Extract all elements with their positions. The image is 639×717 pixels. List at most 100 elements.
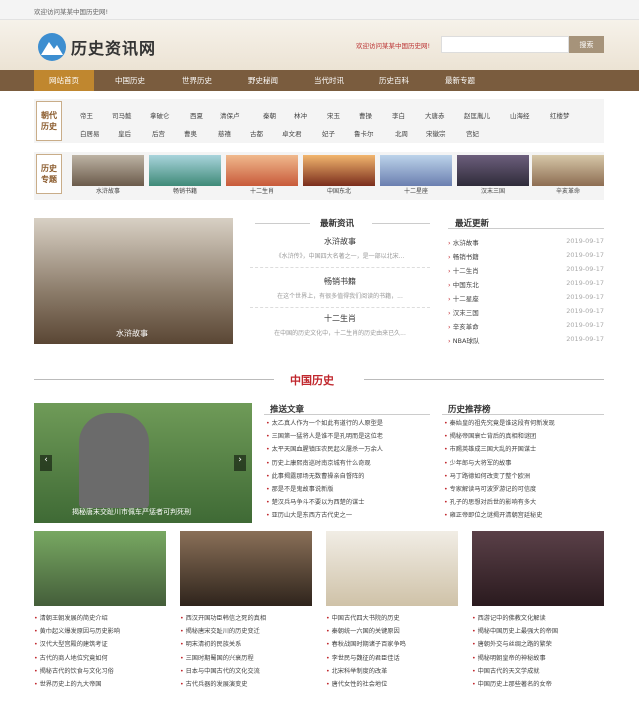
article-link[interactable]: • 清朝王朝发展的简史介绍 [34, 612, 166, 625]
dynasty-link[interactable]: 北周 [395, 128, 408, 138]
article-link[interactable]: • 李世民与魏征的君臣佳话 [326, 652, 458, 665]
dynasty-link[interactable]: 皇后 [118, 128, 131, 138]
nav-item-china[interactable]: 中国历史 [100, 70, 160, 91]
dynasty-link[interactable]: 曹奥 [184, 128, 197, 138]
dynasty-link[interactable]: 帝王 [80, 110, 93, 120]
recent-item[interactable]: › 水浒故事 2019-09-17 [448, 237, 604, 247]
recent-item[interactable]: › 十二星座 2019-09-17 [448, 293, 604, 303]
hot-item[interactable]: • 市赐英雄成三国大乱的开国谋士 [444, 443, 604, 456]
recommend-item[interactable]: • 历史上康熙南巡时南京城有什么奇观 [266, 457, 430, 470]
hot-item[interactable]: • 雍正帝即位之谜揭开清朝宫廷秘史 [444, 509, 604, 522]
recommend-item[interactable]: • 太乙真人作为一个如此有道行的人原型是 [266, 417, 430, 430]
site-logo-text[interactable]: 历史资讯网 [71, 35, 156, 59]
china-slide-image[interactable]: ‹ › 揭秘唐末交趾川市佩车严惩者可判死刑 [34, 403, 252, 523]
recommend-item[interactable]: • 亚历山大是东西方古代史之一 [266, 509, 430, 522]
article-link[interactable]: • 揭秘古代的饮食与文化习俗 [34, 665, 166, 678]
article-link[interactable]: • 世界历史上的九大帝国 [34, 678, 166, 691]
dynasty-link[interactable]: 鲁卡尔 [354, 128, 374, 138]
dynasty-link[interactable]: 李白 [392, 110, 405, 120]
dynasty-link[interactable]: 西夏 [190, 110, 203, 120]
article-image[interactable] [34, 531, 166, 606]
recent-item[interactable]: › 辛亥革命 2019-09-17 [448, 321, 604, 331]
topic-thumb[interactable]: 中国东北 [303, 155, 375, 195]
dynasty-link[interactable]: 清保卢 [220, 110, 240, 120]
dynasty-link[interactable]: 拿破仑 [150, 110, 170, 120]
dynasty-link[interactable]: 卓文君 [282, 128, 302, 138]
dynasty-link[interactable]: 司马懿 [112, 110, 132, 120]
article-image[interactable] [180, 531, 312, 606]
prev-arrow-icon[interactable]: ‹ [40, 455, 52, 471]
article-link[interactable]: • 中国历史上那些著名的女帝 [472, 678, 604, 691]
topic-thumb[interactable]: 汉末三国 [457, 155, 529, 195]
dynasty-link[interactable]: 秦朝 [263, 110, 276, 120]
topic-thumb[interactable]: 十二生肖 [226, 155, 298, 195]
dynasty-link[interactable]: 慈禧 [218, 128, 231, 138]
hot-item[interactable]: • 马丁路德如何改变了整个欧洲 [444, 470, 604, 483]
recent-item[interactable]: › 汉末三国 2019-09-17 [448, 307, 604, 317]
dynasty-link[interactable]: 宋徽宗 [426, 128, 446, 138]
recent-item[interactable]: › NBA球队 2019-09-17 [448, 335, 604, 345]
dynasty-link[interactable]: 大唐赤 [425, 110, 445, 120]
article-link[interactable]: • 北宋科举制度的改革 [326, 665, 458, 678]
search-input[interactable] [441, 36, 569, 53]
article-link[interactable]: • 秦朝统一六国的关键原因 [326, 625, 458, 638]
article-image[interactable] [326, 531, 458, 606]
news-item-title[interactable]: 水浒故事 [250, 236, 430, 247]
nav-item-topics[interactable]: 最新专题 [428, 70, 492, 91]
article-link[interactable]: • 春秋战国时期诸子百家争鸣 [326, 638, 458, 651]
next-arrow-icon[interactable]: › [234, 455, 246, 471]
hero-image[interactable]: 水浒故事 [34, 218, 233, 344]
article-image[interactable] [472, 531, 604, 606]
dynasty-link[interactable]: 宫妃 [466, 128, 479, 138]
article-link[interactable]: • 古代兵器的发展演变史 [180, 678, 312, 691]
article-link[interactable]: • 古代的商人地位究竟如何 [34, 652, 166, 665]
dynasty-link[interactable]: 曹操 [359, 110, 372, 120]
article-link[interactable]: • 西游记中的佛教文化解读 [472, 612, 604, 625]
article-link[interactable]: • 唐代女性的社会地位 [326, 678, 458, 691]
dynasty-link[interactable]: 宋玉 [327, 110, 340, 120]
recommend-item[interactable]: • 太平天国血腥镇压农民起义屠杀一万余人 [266, 443, 430, 456]
hot-item[interactable]: • 专家解读马可波罗游记的可信度 [444, 483, 604, 496]
dynasty-link[interactable]: 林冲 [294, 110, 307, 120]
article-link[interactable]: • 唐朝外交与丝绸之路的繁荣 [472, 638, 604, 651]
article-link[interactable]: • 中国古代的天文学成就 [472, 665, 604, 678]
news-item-title[interactable]: 十二生肖 [250, 313, 430, 324]
hot-item[interactable]: • 秦始皇的祖先究竟是谁这段有何新发现 [444, 417, 604, 430]
article-link[interactable]: • 明末清初的民族关系 [180, 638, 312, 651]
recent-item[interactable]: › 十二生肖 2019-09-17 [448, 265, 604, 275]
article-link[interactable]: • 西汉开国功臣韩信之死的真相 [180, 612, 312, 625]
nav-item-home[interactable]: 网站首页 [34, 70, 94, 91]
news-item-title[interactable]: 畅销书籍 [250, 276, 430, 287]
recent-item[interactable]: › 畅销书籍 2019-09-17 [448, 251, 604, 261]
dynasty-link[interactable]: 古都 [250, 128, 263, 138]
topic-thumb[interactable]: 辛亥革命 [532, 155, 604, 195]
article-link[interactable]: • 揭秘中国历史上最强大的帝国 [472, 625, 604, 638]
hot-item[interactable]: • 少年郎与大将军的故事 [444, 457, 604, 470]
dynasty-link[interactable]: 赵匡胤儿 [464, 110, 490, 120]
nav-item-world[interactable]: 世界历史 [166, 70, 228, 91]
article-link[interactable]: • 三国时期蜀国的兴衰历程 [180, 652, 312, 665]
article-link[interactable]: • 揭秘唐宋交趾川的历史变迁 [180, 625, 312, 638]
recommend-item[interactable]: • 那是不是鬼故事说新版 [266, 483, 430, 496]
recommend-item[interactable]: • 三国第一猛将人是谁不是孔明而是这位老 [266, 430, 430, 443]
article-link[interactable]: • 黄巾起义爆发原因与历史影响 [34, 625, 166, 638]
hot-item[interactable]: • 揭秘帝国衰亡背后的真相和谜团 [444, 430, 604, 443]
dynasty-link[interactable]: 后宫 [152, 128, 165, 138]
article-link[interactable]: • 揭秘明朝皇帝的神秘故事 [472, 652, 604, 665]
article-link[interactable]: • 中国古代四大书院的历史 [326, 612, 458, 625]
nav-item-encyclopedia[interactable]: 历史百科 [364, 70, 424, 91]
topic-thumb[interactable]: 十二星座 [380, 155, 452, 195]
dynasty-link[interactable]: 白居易 [80, 128, 100, 138]
article-link[interactable]: • 日本与中国古代的文化交流 [180, 665, 312, 678]
article-link[interactable]: • 汉代大型宫殿的建筑考证 [34, 638, 166, 651]
dynasty-link[interactable]: 山海经 [510, 110, 530, 120]
topic-thumb[interactable]: 水浒故事 [72, 155, 144, 195]
nav-item-current[interactable]: 当代时讯 [298, 70, 360, 91]
nav-item-unofficial[interactable]: 野史秘闻 [232, 70, 294, 91]
hot-item[interactable]: • 孔子的思想对后世的影响有多大 [444, 496, 604, 509]
recommend-item[interactable]: • 楚汉兵马争斗不要以为西楚的谋士 [266, 496, 430, 509]
dynasty-link[interactable]: 红楼梦 [550, 110, 570, 120]
logo-mountain-icon[interactable] [38, 33, 66, 61]
recent-item[interactable]: › 中国东北 2019-09-17 [448, 279, 604, 289]
topic-thumb[interactable]: 畅销书籍 [149, 155, 221, 195]
